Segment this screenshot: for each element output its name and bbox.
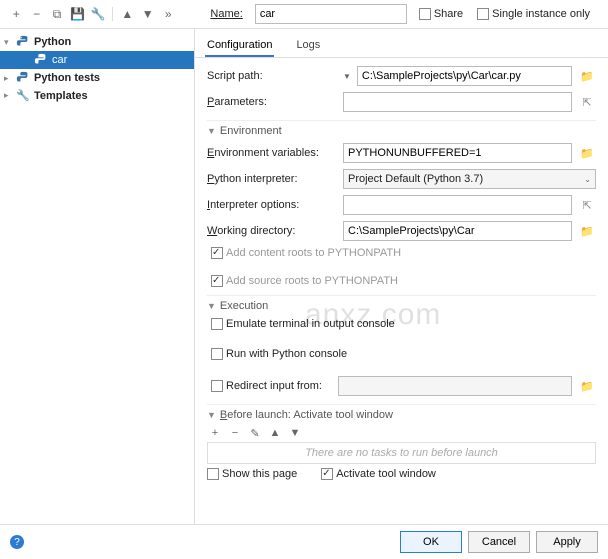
- top-toolbar: + − ⧉ 💾 🔧 ▲ ▼ » Name: Share Single insta…: [0, 0, 608, 29]
- redirect-checkbox[interactable]: Redirect input from:: [211, 380, 322, 392]
- folder-icon[interactable]: 📁: [578, 380, 596, 393]
- tree-node-templates[interactable]: ▸🔧Templates: [0, 87, 194, 104]
- script-path-dropdown[interactable]: ▼: [343, 72, 351, 81]
- redirect-input: [338, 376, 572, 396]
- tree-node-python-tests[interactable]: ▸Python tests: [0, 69, 194, 87]
- tab-logs[interactable]: Logs: [294, 35, 322, 57]
- config-tree: ▾Python car ▸Python tests ▸🔧Templates: [0, 29, 195, 524]
- interpreter-select[interactable]: Project Default (Python 3.7)⌄: [343, 169, 596, 189]
- tab-configuration[interactable]: Configuration: [205, 35, 274, 57]
- tabs: Configuration Logs: [195, 29, 608, 58]
- parameters-input[interactable]: [343, 92, 572, 112]
- add-source-checkbox[interactable]: Add source roots to PYTHONPATH: [211, 275, 596, 287]
- script-path-input[interactable]: [357, 66, 572, 86]
- before-launch-toolbar: + − ✎ ▲ ▼: [207, 427, 596, 440]
- workdir-label: Working directory:: [207, 225, 337, 237]
- name-input[interactable]: [255, 4, 407, 24]
- remove-icon[interactable]: −: [28, 5, 44, 23]
- interpreter-label: Python interpreter:: [207, 173, 337, 185]
- expand-icon[interactable]: »: [160, 5, 176, 23]
- down-icon[interactable]: ▼: [140, 5, 156, 23]
- interp-opts-label: Interpreter options:: [207, 199, 337, 211]
- add-icon[interactable]: +: [8, 5, 24, 23]
- before-launch-list: There are no tasks to run before launch: [207, 442, 596, 464]
- up-icon[interactable]: ▲: [119, 5, 135, 23]
- environment-section[interactable]: ▼Environment: [207, 125, 596, 137]
- tree-node-car[interactable]: car: [0, 51, 194, 69]
- env-vars-label: Environment variables:: [207, 147, 337, 159]
- parameters-label: PParameters:arameters:: [207, 96, 337, 108]
- cancel-button[interactable]: Cancel: [468, 531, 530, 553]
- activate-tw-checkbox[interactable]: Activate tool window: [321, 468, 436, 480]
- script-path-label: Script path:: [207, 70, 337, 82]
- save-icon[interactable]: 💾: [69, 5, 85, 23]
- tree-node-python[interactable]: ▾Python: [0, 33, 194, 51]
- name-label: Name:: [210, 8, 242, 20]
- remove-icon[interactable]: −: [227, 427, 243, 440]
- down-icon[interactable]: ▼: [287, 427, 303, 440]
- interp-opts-input[interactable]: [343, 195, 572, 215]
- dialog-footer: ? OK Cancel Apply: [0, 524, 608, 559]
- before-launch-section[interactable]: ▼Before launch: Activate tool window: [207, 409, 596, 421]
- folder-icon[interactable]: 📁: [578, 70, 596, 83]
- single-instance-checkbox[interactable]: Single instance only: [477, 8, 590, 20]
- copy-icon[interactable]: ⧉: [49, 5, 65, 23]
- folder-icon[interactable]: 📁: [578, 147, 596, 160]
- ok-button[interactable]: OK: [400, 531, 462, 553]
- env-vars-input[interactable]: [343, 143, 572, 163]
- expand-icon[interactable]: ⇱: [578, 199, 596, 212]
- workdir-input[interactable]: [343, 221, 572, 241]
- share-checkbox[interactable]: Share: [419, 8, 463, 20]
- up-icon[interactable]: ▲: [267, 427, 283, 440]
- run-console-checkbox[interactable]: Run with Python console: [211, 348, 596, 360]
- add-content-checkbox[interactable]: Add content roots to PYTHONPATH: [211, 247, 596, 259]
- execution-section[interactable]: ▼Execution: [207, 300, 596, 312]
- emulate-checkbox[interactable]: Emulate terminal in output console: [211, 318, 596, 330]
- edit-icon[interactable]: ✎: [247, 427, 263, 440]
- folder-icon[interactable]: 📁: [578, 225, 596, 238]
- show-page-checkbox[interactable]: Show this page: [207, 468, 297, 480]
- expand-icon[interactable]: ⇱: [578, 96, 596, 109]
- wrench-icon[interactable]: 🔧: [90, 5, 106, 23]
- apply-button[interactable]: Apply: [536, 531, 598, 553]
- help-icon[interactable]: ?: [10, 535, 24, 549]
- add-icon[interactable]: +: [207, 427, 223, 440]
